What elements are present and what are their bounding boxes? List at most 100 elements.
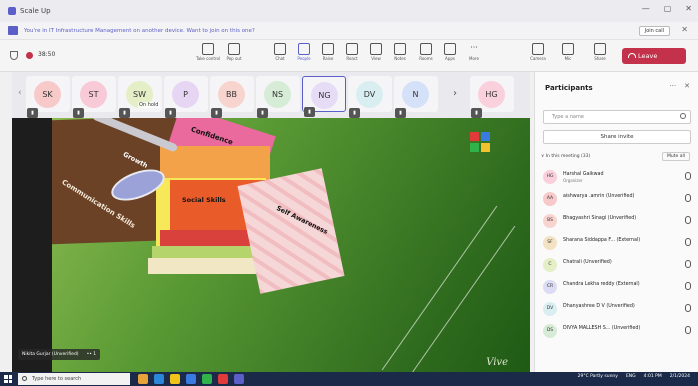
patterned-paper: [237, 168, 345, 294]
participant-tile[interactable]: DV ▮: [348, 76, 392, 118]
clock-date[interactable]: 2/1/2024: [670, 374, 690, 379]
mic-icon[interactable]: [685, 304, 691, 312]
share-button[interactable]: Share: [588, 43, 612, 61]
panel-controls: ··· ✕: [669, 82, 690, 90]
mic-off-icon: ▮: [119, 108, 130, 118]
participant-name: Chatrali (Unverified): [563, 260, 612, 265]
meeting-timer: 38:50: [38, 51, 56, 58]
strip-prev-button[interactable]: ‹: [18, 88, 22, 98]
mic-icon[interactable]: [685, 282, 691, 290]
mic-icon[interactable]: [685, 326, 691, 334]
rooms-icon: [420, 43, 432, 55]
windows-start-icon[interactable]: [4, 375, 12, 383]
camera-button[interactable]: Camera: [526, 43, 550, 61]
app-icon[interactable]: [218, 374, 228, 384]
list-item[interactable]: DS DIVYA MALLESH S... (Unverified): [541, 320, 693, 342]
notes-button[interactable]: Notes: [388, 43, 412, 61]
folder-icon[interactable]: [170, 374, 180, 384]
view-button[interactable]: View: [364, 43, 388, 61]
strip-next-button[interactable]: ›: [453, 88, 457, 99]
mic-icon[interactable]: [685, 216, 691, 224]
list-item[interactable]: AA aishwarya .amrin (Unverified): [541, 188, 693, 210]
clock-time[interactable]: 4:01 PM: [644, 374, 662, 379]
avatar: P: [172, 81, 199, 108]
mic-icon[interactable]: [685, 194, 691, 202]
participant-tile[interactable]: NG ▮: [302, 76, 346, 117]
taskbar-search-input[interactable]: Type here to search: [18, 373, 130, 385]
list-item[interactable]: BS Bhagyashri Sinagi (Unverified): [541, 210, 693, 232]
apps-button[interactable]: Apps: [438, 43, 462, 61]
mic-off-icon: ▮: [349, 108, 360, 118]
participant-tile[interactable]: SK ▮: [26, 76, 70, 118]
avatar: N: [402, 81, 429, 108]
mic-icon: [562, 43, 574, 55]
on-hold-status: On hold: [138, 102, 160, 108]
participant-role: Organizer: [563, 178, 583, 183]
app-icon[interactable]: [202, 374, 212, 384]
shield-icon: [10, 51, 18, 60]
participant-tile[interactable]: HG ▮: [470, 76, 514, 118]
close-button[interactable]: ✕: [685, 4, 692, 13]
list-item[interactable]: DV Dhanyashree D V (Unverified): [541, 298, 693, 320]
mic-off-icon: ▮: [257, 108, 268, 118]
participant-name: Bhagyashri Sinagi (Unverified): [563, 216, 637, 221]
meeting-toolbar: 38:50 Take control Pop out Chat People R…: [0, 40, 698, 72]
teams-icon[interactable]: [234, 374, 244, 384]
mic-icon[interactable]: [685, 238, 691, 246]
mic-off-icon: ▮: [73, 108, 84, 118]
mic-icon[interactable]: [685, 172, 691, 180]
mic-button[interactable]: Mic: [556, 43, 580, 61]
participant-tile[interactable]: ST ▮: [72, 76, 116, 118]
more-button[interactable]: ··· More: [462, 43, 486, 61]
more-options-icon[interactable]: ···: [669, 82, 676, 90]
participant-tile[interactable]: P ▮: [164, 76, 208, 118]
participant-tile[interactable]: N ▮: [394, 76, 438, 118]
raise-hand-button[interactable]: Raise: [316, 43, 340, 61]
participant-list: HG Harshal Gaikwad Organizer AA aishwarya .…: [541, 166, 693, 342]
participant-search-input[interactable]: Type a name: [543, 110, 691, 124]
search-icon: [680, 113, 686, 119]
share-invite-button[interactable]: Share invite: [543, 130, 691, 144]
participant-name: Sharana Siddappa F... (External): [563, 238, 641, 243]
app-icon[interactable]: [138, 374, 148, 384]
minimize-button[interactable]: —: [642, 4, 650, 13]
list-item[interactable]: HG Harshal Gaikwad Organizer: [541, 166, 693, 188]
close-panel-icon[interactable]: ✕: [684, 82, 690, 90]
people-button[interactable]: People: [292, 43, 316, 61]
presenter-name-tag: Nikita Gurjar (Unverified) •• 1: [18, 349, 101, 360]
close-icon[interactable]: ✕: [681, 25, 688, 34]
mic-off-icon: ▮: [471, 108, 482, 118]
mute-all-button[interactable]: Mute all: [662, 152, 690, 161]
participant-name: Dhanyashree D V (Unverified): [563, 304, 635, 309]
pop-out-button[interactable]: Pop out: [222, 43, 246, 61]
share-invite-label: Share invite: [600, 134, 634, 140]
list-item[interactable]: C Chatrali (Unverified): [541, 254, 693, 276]
leave-button[interactable]: Leave: [622, 48, 686, 64]
avatar: HG: [478, 81, 505, 108]
app-icon[interactable]: [186, 374, 196, 384]
leave-label: Leave: [638, 52, 658, 60]
language-indicator[interactable]: ENG: [626, 374, 636, 379]
rooms-button[interactable]: Rooms: [414, 43, 438, 61]
weather-text[interactable]: 29°C Partly sunny: [578, 374, 618, 379]
participant-tile[interactable]: BB ▮: [210, 76, 254, 118]
list-item[interactable]: CR Chandra Lekha reddy (External): [541, 276, 693, 298]
participant-tile[interactable]: NS ▮: [256, 76, 300, 118]
presenter-name: Nikita Gurjar (Unverified): [22, 352, 79, 357]
hand-icon: [322, 43, 334, 55]
phone-icon: [628, 53, 636, 58]
join-call-button[interactable]: Join call: [638, 26, 670, 36]
maximize-button[interactable]: ▢: [664, 4, 672, 13]
participant-tile[interactable]: SW ▮ On hold: [118, 76, 162, 118]
list-item[interactable]: SF Sharana Siddappa F... (External): [541, 232, 693, 254]
app-icon[interactable]: [154, 374, 164, 384]
decorative-line: [399, 225, 516, 372]
logo-icon: [470, 132, 492, 154]
shared-screen: Communication Skills Growth Confidence S…: [52, 118, 530, 372]
mic-icon[interactable]: [685, 260, 691, 268]
take-control-button[interactable]: Take control: [196, 43, 220, 61]
react-button[interactable]: React: [340, 43, 364, 61]
chat-button[interactable]: Chat: [268, 43, 292, 61]
in-meeting-section[interactable]: ∨ In this meeting (33): [541, 154, 590, 159]
slide-signature: Vive: [486, 357, 508, 368]
